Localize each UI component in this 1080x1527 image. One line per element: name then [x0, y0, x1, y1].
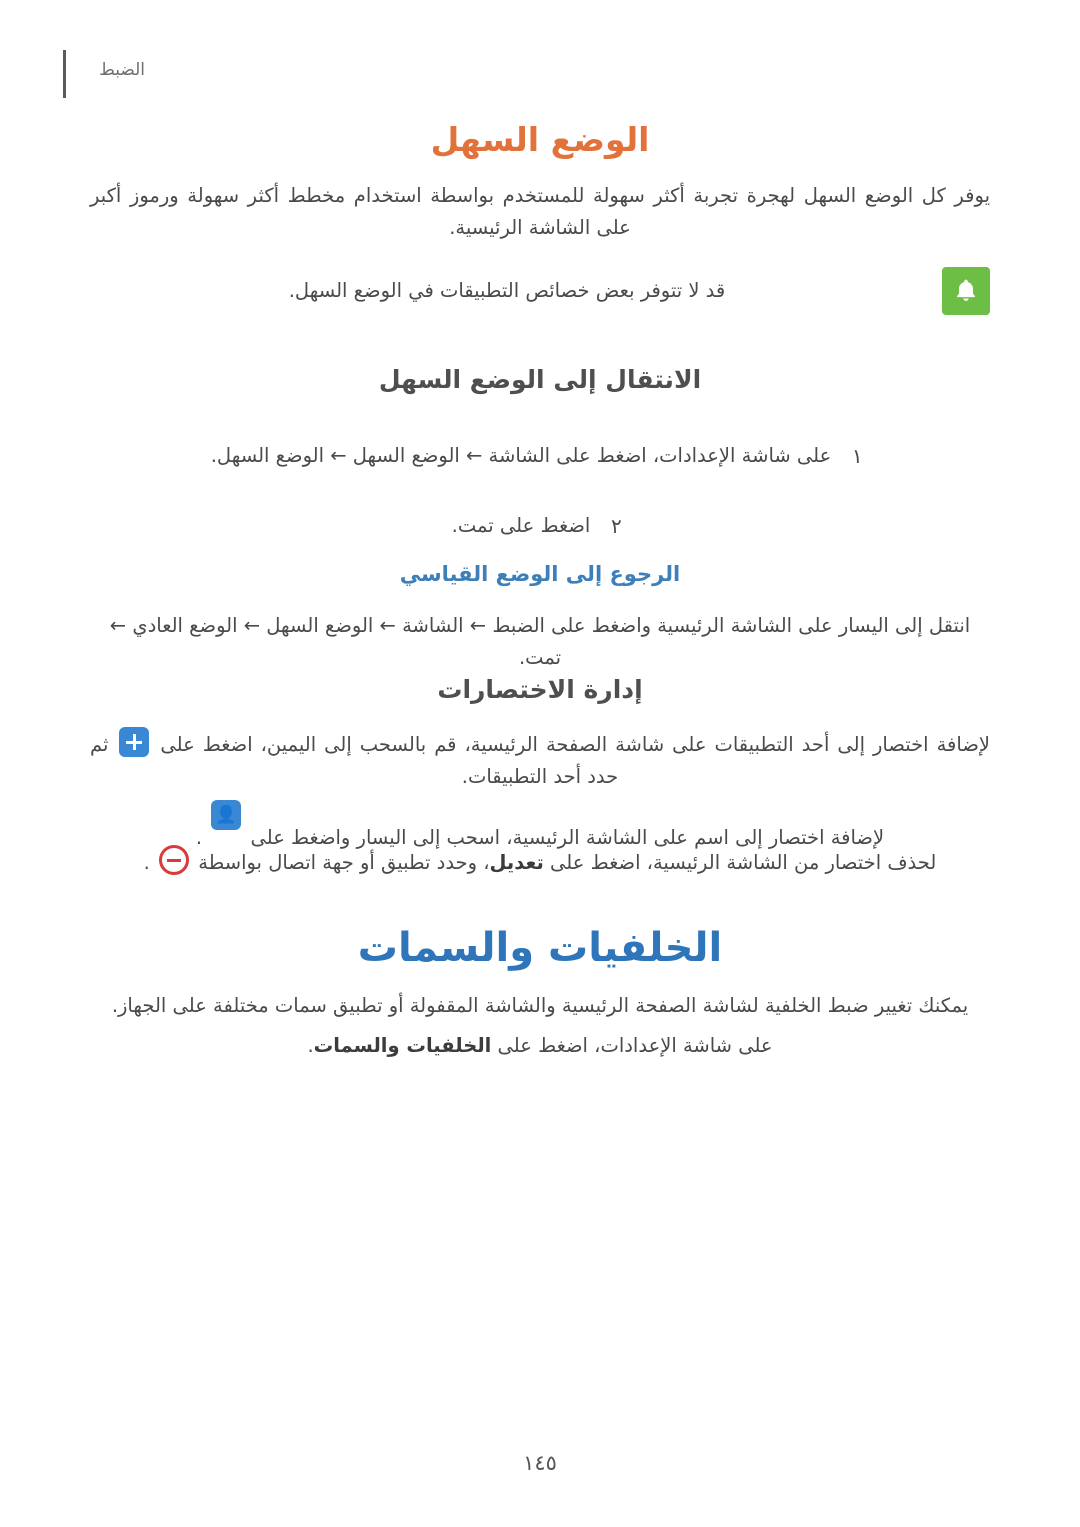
section-title-easy-mode: الوضع السهل: [430, 120, 650, 159]
bell-icon: [942, 267, 990, 315]
shortcut-add-app-text-a: لإضافة اختصار إلى أحد التطبيقات على شاشة…: [160, 733, 990, 756]
step-text: اضغط على تمت.: [451, 514, 591, 537]
subtitle-return-standard-mode: الرجوع إلى الوضع القياسي: [399, 562, 681, 586]
wallpapers-themes-path: على شاشة الإعدادات، اضغط على الخلفيات وا…: [90, 1030, 990, 1062]
page-header: الضبط: [0, 28, 1080, 98]
document-page: الضبط الوضع السهل يوفر كل الوضع السهل له…: [0, 0, 1080, 1527]
step-item: ٢ اضغط على تمت.: [90, 510, 990, 542]
wallpapers-path-bold: الخلفيات والسمات: [313, 1034, 492, 1057]
page-number: ١٤٥: [523, 1451, 557, 1475]
return-standard-mode-text: انتقل إلى اليسار على الشاشة الرئيسية واض…: [109, 614, 971, 669]
subtitle-manage-shortcuts: إدارة الاختصارات: [437, 675, 643, 704]
minus-icon: [159, 845, 190, 875]
add-contact-icon: 👤+: [211, 800, 242, 855]
wallpapers-themes-intro: يمكنك تغيير ضبط الخلفية لشاشة الصفحة الر…: [111, 994, 969, 1017]
shortcut-delete-text: لحذف اختصار من الشاشة الرئيسية، اضغط على…: [90, 845, 990, 879]
section-title-wallpapers-themes: الخلفيات والسمات: [357, 925, 723, 971]
shortcut-delete-text-a: لحذف اختصار من الشاشة الرئيسية، اضغط على: [550, 851, 937, 874]
shortcut-add-app-text: لإضافة اختصار إلى أحد التطبيقات على شاشة…: [90, 727, 990, 792]
plus-icon: [119, 727, 150, 757]
shortcut-delete-period: .: [143, 851, 150, 874]
subtitle-switch-to-easy-mode: الانتقال إلى الوضع السهل: [378, 365, 702, 394]
shortcut-delete-text-b: ، وحدد تطبيق أو جهة اتصال بواسطة: [198, 851, 490, 874]
wallpapers-path-a: على شاشة الإعدادات، اضغط على: [497, 1034, 773, 1057]
header-rule: [63, 50, 66, 98]
running-head: الضبط: [99, 60, 145, 80]
easy-mode-intro: يوفر كل الوضع السهل لهجرة تجربة أكثر سهو…: [90, 184, 990, 239]
note-box: قد لا تتوفر بعض خصائص التطبيقات في الوضع…: [90, 267, 990, 315]
step-text: على شاشة الإعدادات، اضغط على الشاشة ← ال…: [210, 444, 832, 467]
step-number: ١: [851, 444, 863, 468]
steps-list: ١ على شاشة الإعدادات، اضغط على الشاشة ← …: [90, 440, 990, 542]
note-text: قد لا تتوفر بعض خصائص التطبيقات في الوضع…: [288, 279, 726, 303]
shortcut-delete-edit-label: تعديل: [489, 851, 544, 874]
step-item: ١ على شاشة الإعدادات، اضغط على الشاشة ← …: [90, 440, 990, 472]
step-number: ٢: [610, 514, 622, 538]
